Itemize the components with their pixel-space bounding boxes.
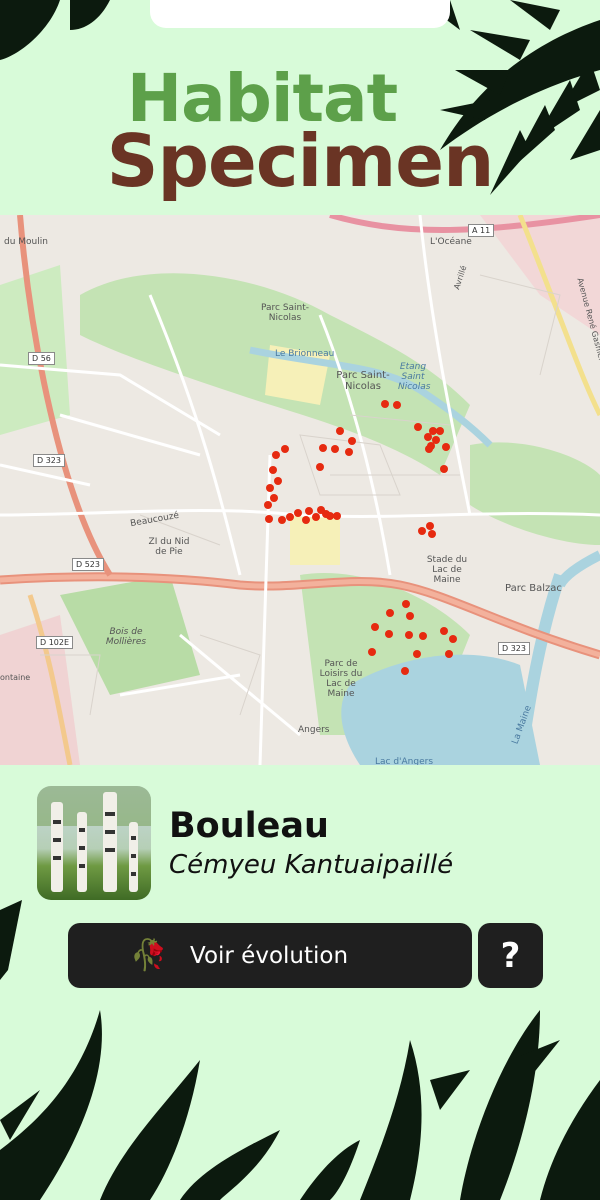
fern-leaves-bottom-right bbox=[300, 1010, 600, 1200]
observation-point[interactable] bbox=[413, 650, 421, 658]
observation-point[interactable] bbox=[319, 444, 327, 452]
observation-point[interactable] bbox=[402, 600, 410, 608]
device-notch bbox=[150, 0, 450, 28]
fern-leaves-bottom-left bbox=[0, 1010, 280, 1200]
observation-point[interactable] bbox=[269, 466, 277, 474]
observation-point[interactable] bbox=[326, 512, 334, 520]
wilted-rose-icon: 🥀 bbox=[130, 939, 168, 972]
observation-point[interactable] bbox=[436, 427, 444, 435]
map-label: Le Brionneau bbox=[275, 349, 335, 359]
map-base bbox=[0, 215, 600, 765]
road-number-tag: D 56 bbox=[28, 352, 55, 365]
road-number-tag: D 523 bbox=[72, 558, 104, 571]
observation-point[interactable] bbox=[425, 445, 433, 453]
title-line-specimen: Specimen bbox=[106, 118, 495, 203]
observation-point[interactable] bbox=[393, 401, 401, 409]
observation-point[interactable] bbox=[333, 512, 341, 520]
observation-point[interactable] bbox=[428, 530, 436, 538]
observation-point[interactable] bbox=[442, 443, 450, 451]
observation-point[interactable] bbox=[385, 630, 393, 638]
help-button[interactable]: ? bbox=[478, 923, 543, 988]
observation-point[interactable] bbox=[406, 612, 414, 620]
road-number-tag: D 323 bbox=[498, 642, 530, 655]
observation-point[interactable] bbox=[368, 648, 376, 656]
leaf-top-left bbox=[0, 0, 110, 60]
observation-point[interactable] bbox=[294, 509, 302, 517]
observation-point[interactable] bbox=[445, 650, 453, 658]
road-number-tag: A 11 bbox=[468, 224, 495, 237]
map-label: Angers bbox=[298, 725, 330, 735]
observation-point[interactable] bbox=[386, 609, 394, 617]
leaf-left-edge bbox=[0, 900, 22, 980]
map-label: Etang Saint Nicolas bbox=[398, 362, 431, 392]
observation-point[interactable] bbox=[440, 465, 448, 473]
map-label: Parc Balzac bbox=[505, 583, 562, 594]
map-label: du Moulin bbox=[4, 237, 48, 247]
observation-point[interactable] bbox=[278, 516, 286, 524]
observation-point[interactable] bbox=[336, 427, 344, 435]
map-label: ZI du Nid de Pie bbox=[148, 537, 190, 557]
observation-point[interactable] bbox=[426, 522, 434, 530]
observation-point[interactable] bbox=[281, 445, 289, 453]
observation-point[interactable] bbox=[264, 501, 272, 509]
map-label: Parc de Loisirs du Lac de Maine bbox=[319, 659, 363, 699]
observation-point[interactable] bbox=[371, 623, 379, 631]
observation-point[interactable] bbox=[316, 463, 324, 471]
observation-point[interactable] bbox=[405, 631, 413, 639]
observation-point[interactable] bbox=[286, 513, 294, 521]
map-label: Parc Saint-Nicolas bbox=[336, 370, 390, 392]
road-number-tag: D 323 bbox=[33, 454, 65, 467]
page-title: Habitat Specimen bbox=[0, 66, 600, 203]
observation-point[interactable] bbox=[424, 433, 432, 441]
observation-point[interactable] bbox=[401, 667, 409, 675]
observation-point[interactable] bbox=[331, 445, 339, 453]
observation-point[interactable] bbox=[418, 527, 426, 535]
map-label: ontaine bbox=[0, 673, 31, 682]
species-card: Bouleau Cémyeu Kantuaipaillé bbox=[37, 786, 453, 900]
observation-point[interactable] bbox=[348, 437, 356, 445]
observation-point[interactable] bbox=[312, 513, 320, 521]
observation-point[interactable] bbox=[440, 627, 448, 635]
map-label: Stade du Lac de Maine bbox=[426, 555, 468, 585]
habitat-map[interactable]: du Moulin Parc Saint-Nicolas Le Brionnea… bbox=[0, 215, 600, 765]
observation-point[interactable] bbox=[345, 448, 353, 456]
observation-point[interactable] bbox=[270, 494, 278, 502]
observation-point[interactable] bbox=[302, 516, 310, 524]
map-label: L'Océane bbox=[430, 237, 472, 247]
road-number-tag: D 102E bbox=[36, 636, 74, 649]
map-label: Bois de Mollières bbox=[105, 627, 147, 647]
observation-point[interactable] bbox=[265, 515, 273, 523]
species-photo bbox=[37, 786, 151, 900]
species-common-name: Bouleau bbox=[169, 806, 329, 846]
observation-point[interactable] bbox=[414, 423, 422, 431]
observation-point[interactable] bbox=[419, 632, 427, 640]
observation-point[interactable] bbox=[272, 451, 280, 459]
view-evolution-label: Voir évolution bbox=[190, 942, 349, 969]
observation-point[interactable] bbox=[449, 635, 457, 643]
map-label: Lac d'Angers bbox=[375, 757, 434, 765]
observation-point[interactable] bbox=[381, 400, 389, 408]
map-label: Parc Saint-Nicolas bbox=[260, 303, 310, 323]
view-evolution-button[interactable]: 🥀 Voir évolution bbox=[68, 923, 472, 988]
species-latin-name: Cémyeu Kantuaipaillé bbox=[169, 850, 454, 880]
observation-point[interactable] bbox=[305, 507, 313, 515]
observation-point[interactable] bbox=[274, 477, 282, 485]
observation-point[interactable] bbox=[266, 484, 274, 492]
